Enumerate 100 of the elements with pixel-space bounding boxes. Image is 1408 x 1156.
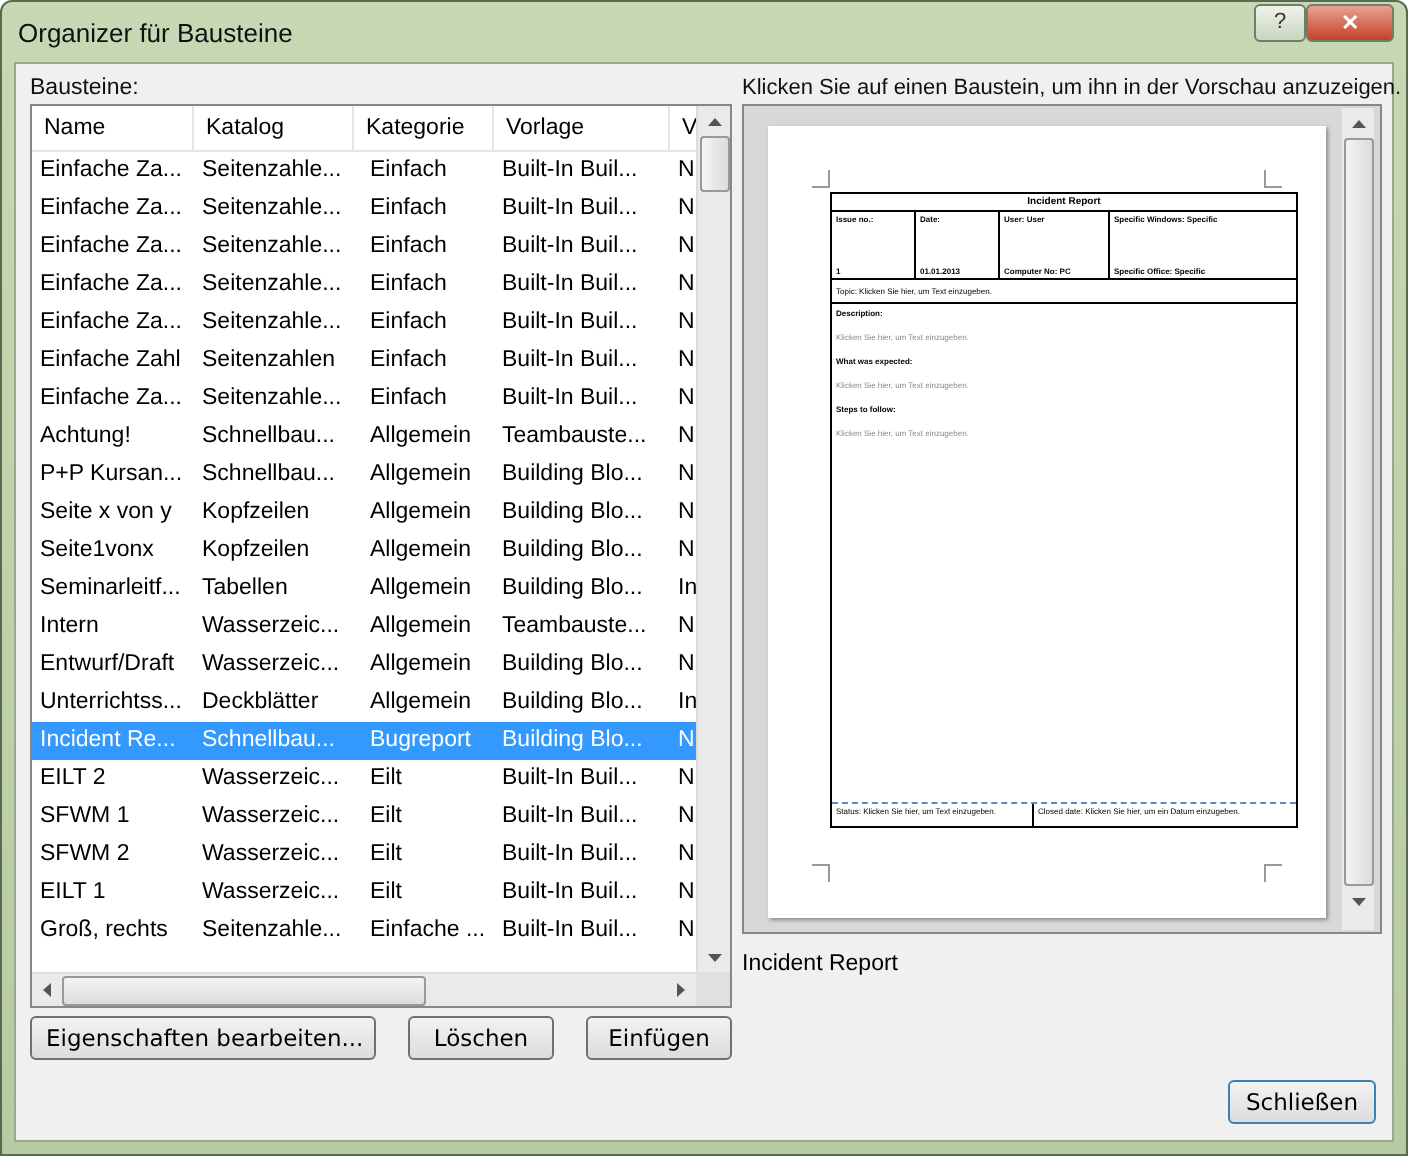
- table-cell-text: N: [676, 536, 696, 566]
- table-cell-text: Teambauste...: [500, 422, 649, 452]
- table-cell-text: N: [676, 384, 696, 414]
- table-cell-text: N: [676, 156, 696, 186]
- help-button[interactable]: ?: [1254, 3, 1306, 41]
- table-cell-text: Eilt: [368, 764, 404, 794]
- table-cell-text: Seite1vonx: [38, 536, 156, 566]
- table-cell-text: Einfach: [368, 270, 449, 300]
- table-cell-text: N: [676, 232, 696, 262]
- table-cell-text: N: [676, 194, 696, 224]
- table-cell-text: Einfache Za...: [38, 194, 184, 224]
- table-cell-text: Built-In Buil...: [500, 764, 640, 794]
- list-row[interactable]: Einfache Za... Seitenzahle... Einfach Built-In Buil... N: [32, 190, 696, 228]
- table-cell-text: Allgemein: [368, 650, 473, 680]
- table-cell-text: Einfache Za...: [38, 232, 184, 262]
- scrollbar-corner: [696, 972, 730, 1006]
- list-row[interactable]: Einfache Za... Seitenzahle... Einfach Built-In Buil... N: [32, 228, 696, 266]
- table-cell-text: Wasserzeic...: [200, 802, 342, 832]
- list-row[interactable]: P+P Kursan... Schnellbau... Allgemein Building Blo... N: [32, 456, 696, 494]
- table-cell-text: N: [676, 726, 696, 756]
- table-cell-text: Allgemein: [368, 536, 473, 566]
- list-row[interactable]: Einfache Za... Seitenzahle... Einfach Built-In Buil... N: [32, 152, 696, 190]
- table-cell-text: N: [676, 840, 696, 870]
- edit-properties-button[interactable]: Eigenschaften bearbeiten...: [30, 1016, 376, 1060]
- list-row[interactable]: Entwurf/Draft Wasserzeic... Allgemein Building Blo... N: [32, 646, 696, 684]
- table-cell-text: Intern: [38, 612, 101, 642]
- horizontal-scrollbar[interactable]: [32, 972, 696, 1006]
- table-cell-text: EILT 2: [38, 764, 108, 794]
- table-cell-text: Built-In Buil...: [500, 916, 640, 946]
- list-row[interactable]: Seite x von y Kopfzeilen Allgemein Building Blo... N: [32, 494, 696, 532]
- table-cell-text: Einfache ...: [368, 916, 488, 946]
- preview-hint: Klicken Sie auf einen Baustein, um ihn in der Vorschau anzuzeigen.: [742, 74, 1402, 104]
- column-header[interactable]: Katalog: [194, 106, 354, 150]
- table-cell-text: Allgemein: [368, 460, 473, 490]
- insert-button[interactable]: Einfügen: [586, 1016, 732, 1060]
- list-row[interactable]: SFWM 1 Wasserzeic... Eilt Built-In Buil... N: [32, 798, 696, 836]
- table-cell-text: Incident Re...: [38, 726, 178, 756]
- table-cell-text: Schnellbau...: [200, 422, 337, 452]
- list-row[interactable]: Einfache Za... Seitenzahle... Einfach Built-In Buil... N: [32, 266, 696, 304]
- table-cell-text: Building Blo...: [500, 498, 645, 528]
- table-cell-text: Seitenzahle...: [200, 916, 344, 946]
- list-row[interactable]: Seminarleitf... Tabellen Allgemein Building Blo... In: [32, 570, 696, 608]
- table-cell-text: Unterrichtss...: [38, 688, 184, 718]
- table-cell-text: N: [676, 878, 696, 908]
- scroll-thumb[interactable]: [699, 136, 729, 192]
- delete-button[interactable]: Löschen: [408, 1016, 554, 1060]
- table-cell-text: Eilt: [368, 878, 404, 908]
- table-cell-text: Groß, rechts: [38, 916, 170, 946]
- table-cell-text: N: [676, 498, 696, 528]
- column-header[interactable]: Vorlage: [494, 106, 670, 150]
- table-cell-text: Einfach: [368, 194, 449, 224]
- table-cell-text: Einfach: [368, 384, 449, 414]
- table-cell-text: Wasserzeic...: [200, 650, 342, 680]
- column-header[interactable]: Name: [32, 106, 194, 150]
- table-cell-text: Seitenzahlen: [200, 346, 337, 376]
- list-row[interactable]: Einfache Zahl Seitenzahlen Einfach Built-In Buil... N: [32, 342, 696, 380]
- table-cell-text: Einfache Za...: [38, 308, 184, 338]
- column-header[interactable]: Kategorie: [354, 106, 494, 150]
- table-cell-text: Building Blo...: [500, 650, 645, 680]
- list-row[interactable]: Unterrichtss... Deckblätter Allgemein Building Blo... In: [32, 684, 696, 722]
- table-cell-text: Built-In Buil...: [500, 802, 640, 832]
- list-row[interactable]: EILT 2 Wasserzeic... Eilt Built-In Buil... N: [32, 760, 696, 798]
- table-cell-text: Einfache Za...: [38, 156, 184, 186]
- scroll-thumb[interactable]: [62, 975, 426, 1005]
- table-cell-text: In: [676, 688, 696, 718]
- list-row[interactable]: Intern Wasserzeic... Allgemein Teambauste... N: [32, 608, 696, 646]
- table-cell-text: Seitenzahle...: [200, 156, 344, 186]
- preview-caption: Incident Report: [742, 952, 900, 976]
- table-cell-text: P+P Kursan...: [38, 460, 185, 490]
- vertical-scrollbar[interactable]: [696, 106, 730, 972]
- close-dialog-button[interactable]: Schließen: [1228, 1080, 1376, 1124]
- list-row[interactable]: Groß, rechts Seitenzahle... Einfache ... Built-In Buil... N: [32, 912, 696, 950]
- table-cell-text: Built-In Buil...: [500, 346, 640, 376]
- table-cell-text: N: [676, 460, 696, 490]
- table-cell-text: SFWM 2: [38, 840, 132, 870]
- list-row[interactable]: Einfache Za... Seitenzahle... Einfach Built-In Buil... N: [32, 380, 696, 418]
- table-cell-text: Einfach: [368, 156, 449, 186]
- table-cell-text: Eilt: [368, 802, 404, 832]
- list-row[interactable]: EILT 1 Wasserzeic... Eilt Built-In Buil... N: [32, 874, 696, 912]
- table-cell-text: Einfache Za...: [38, 270, 184, 300]
- table-cell-text: Teambauste...: [500, 612, 649, 642]
- list-label: Bausteine:: [30, 74, 139, 104]
- table-cell-text: EILT 1: [38, 878, 108, 908]
- table-cell-text: Built-In Buil...: [500, 384, 640, 414]
- table-cell-text: Schnellbau...: [200, 460, 337, 490]
- table-cell-text: Schnellbau...: [200, 726, 337, 756]
- table-cell-text: Allgemein: [368, 688, 473, 718]
- table-cell-text: Wasserzeic...: [200, 764, 342, 794]
- list-row[interactable]: Einfache Za... Seitenzahle... Einfach Built-In Buil... N: [32, 304, 696, 342]
- table-cell-text: Wasserzeic...: [200, 612, 342, 642]
- table-cell-text: Built-In Buil...: [500, 194, 640, 224]
- table-cell-text: Seitenzahle...: [200, 232, 344, 262]
- table-cell-text: Built-In Buil...: [500, 156, 640, 186]
- list-row[interactable]: Seite1vonx Kopfzeilen Allgemein Building Blo... N: [32, 532, 696, 570]
- table-cell-text: Kopfzeilen: [200, 498, 312, 528]
- list-row[interactable]: Achtung! Schnellbau... Allgemein Teambauste... N: [32, 418, 696, 456]
- table-cell-text: Allgemein: [368, 422, 473, 452]
- table-cell-text: Tabellen: [200, 574, 290, 604]
- list-row[interactable]: SFWM 2 Wasserzeic... Eilt Built-In Buil... N: [32, 836, 696, 874]
- table-cell-text: Seitenzahle...: [200, 384, 344, 414]
